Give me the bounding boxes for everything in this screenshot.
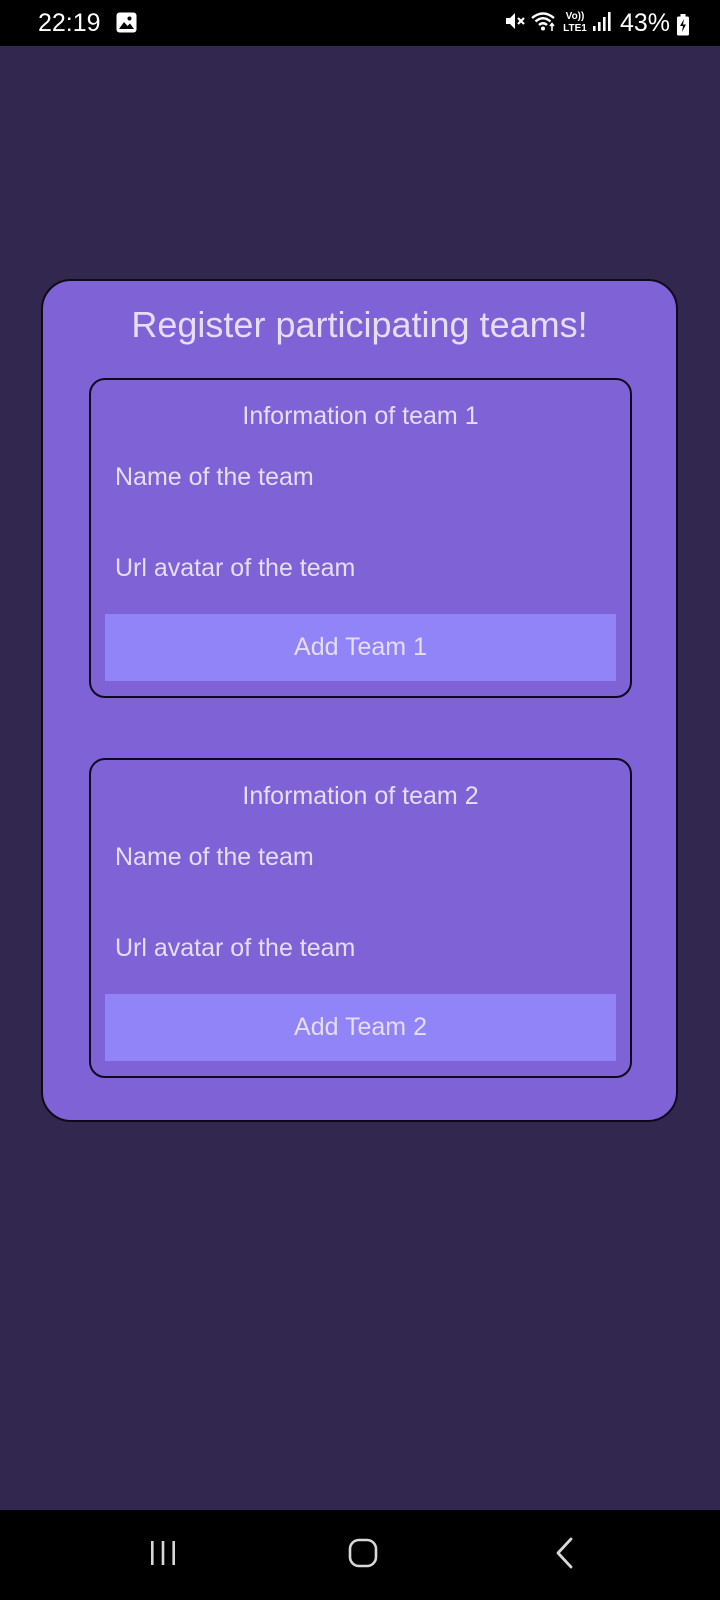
team-2-name-input[interactable]: [107, 834, 616, 880]
team-1-heading: Information of team 1: [242, 402, 479, 430]
team-2-url-field[interactable]: [107, 925, 616, 971]
recent-apps-icon: [148, 1539, 178, 1572]
team-1-name-input[interactable]: [107, 454, 616, 500]
page-title: Register participating teams!: [131, 304, 588, 345]
navigation-bar: [0, 1510, 720, 1600]
status-icons: Vo)) LTE1 43%: [504, 8, 670, 38]
team-2-avatar-url-input[interactable]: [107, 925, 616, 971]
add-team-2-button[interactable]: Add Team 2: [105, 994, 616, 1061]
mute-icon: [504, 10, 526, 37]
team-1-card: Information of team 1 Add Team 1: [89, 378, 632, 698]
battery-percent: 43%: [619, 9, 670, 37]
register-teams-card: Register participating teams! Informatio…: [41, 279, 678, 1122]
add-team-1-button[interactable]: Add Team 1: [105, 614, 616, 681]
network-label-bottom: LTE1: [563, 23, 587, 33]
back-button[interactable]: [535, 1528, 595, 1582]
network-label-top: Vo)): [566, 11, 585, 22]
back-icon: [554, 1537, 576, 1574]
gallery-icon: [116, 12, 137, 33]
volte-lte-icon: Vo)) LTE1: [562, 9, 588, 38]
recent-apps-button[interactable]: [133, 1528, 193, 1582]
team-1-url-field[interactable]: [107, 545, 616, 591]
signal-icon: [592, 10, 612, 37]
status-bar: 22:19 Vo)) LTE1 43%: [0, 0, 720, 46]
team-2-card: Information of team 2 Add Team 2: [89, 758, 632, 1078]
battery-charging-icon: [676, 14, 690, 36]
team-2-heading: Information of team 2: [242, 782, 479, 810]
team-1-avatar-url-input[interactable]: [107, 545, 616, 591]
home-button[interactable]: [333, 1528, 393, 1582]
wifi-icon: [530, 10, 558, 37]
status-time: 22:19: [38, 9, 101, 37]
team-2-name-field[interactable]: [107, 834, 616, 880]
home-icon: [347, 1537, 379, 1574]
team-1-name-field[interactable]: [107, 454, 616, 500]
